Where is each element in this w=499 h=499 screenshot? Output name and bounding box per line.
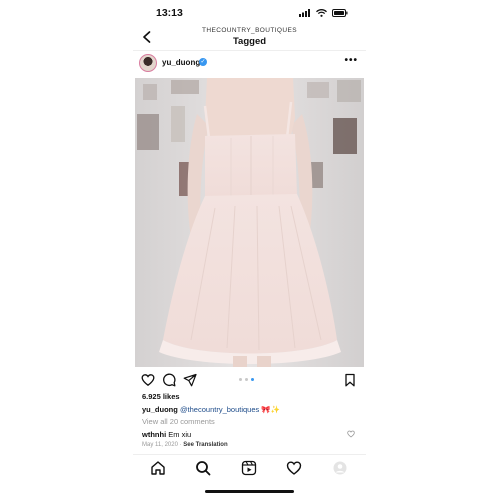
wifi-icon	[316, 9, 327, 17]
caption-emoji: 🎀✨	[261, 405, 281, 414]
like-heart-icon[interactable]	[141, 373, 155, 387]
instagram-screen: 13:13 THECOUNTRY_BOUTIQUES Tagged yu_duo…	[133, 0, 366, 499]
comment-like-heart-icon[interactable]	[347, 430, 355, 438]
page-header: THECOUNTRY_BOUTIQUES Tagged	[133, 26, 366, 50]
header-divider	[133, 50, 366, 51]
activity-heart-icon[interactable]	[286, 460, 302, 476]
battery-icon	[332, 9, 348, 17]
profile-avatar-icon[interactable]	[332, 460, 348, 476]
share-send-icon[interactable]	[183, 373, 197, 387]
status-icons	[299, 8, 348, 18]
caption-mention[interactable]: @thecountry_boutiques	[180, 405, 259, 414]
home-icon[interactable]	[150, 460, 166, 476]
post-photo[interactable]	[135, 78, 364, 367]
post-date: May 11, 2020	[142, 442, 178, 448]
avatar[interactable]	[139, 54, 157, 72]
home-indicator	[205, 490, 294, 493]
header-account-name: THECOUNTRY_BOUTIQUES	[202, 27, 297, 34]
carousel-indicator	[239, 378, 254, 381]
page-title: Tagged	[232, 36, 267, 47]
search-icon[interactable]	[195, 460, 211, 476]
post-header: yu_duong ✓ •••	[133, 52, 366, 74]
comment-row: wthnhi Em xiu	[142, 430, 191, 439]
carousel-dot	[239, 378, 242, 381]
like-count[interactable]: 6.925 likes	[142, 392, 180, 401]
verified-badge-icon: ✓	[199, 58, 207, 66]
post-actions	[133, 370, 366, 390]
status-time: 13:13	[156, 7, 183, 19]
status-bar: 13:13	[133, 0, 366, 26]
caption-username[interactable]: yu_duong	[142, 405, 178, 414]
carousel-dot	[245, 378, 248, 381]
comment-icon[interactable]	[162, 373, 176, 387]
more-options-icon[interactable]: •••	[344, 55, 358, 66]
caption: yu_duong @thecountry_boutiques 🎀✨	[142, 405, 280, 414]
comment-username[interactable]: wthnhi	[142, 430, 166, 439]
meta-separator: ·	[179, 442, 182, 448]
dress-photo-illustration	[135, 78, 364, 367]
signal-icon	[299, 9, 310, 17]
post-username[interactable]: yu_duong	[162, 58, 200, 67]
post-meta: May 11, 2020 · See Translation	[142, 442, 228, 448]
view-all-comments-link[interactable]: View all 20 comments	[142, 417, 215, 426]
carousel-dot-active	[251, 378, 254, 381]
see-translation-link[interactable]: See Translation	[183, 442, 227, 448]
bottom-tab-bar	[133, 455, 366, 481]
reels-icon[interactable]	[241, 460, 257, 476]
comment-text: Em xiu	[168, 430, 192, 439]
bookmark-icon[interactable]	[343, 373, 357, 387]
